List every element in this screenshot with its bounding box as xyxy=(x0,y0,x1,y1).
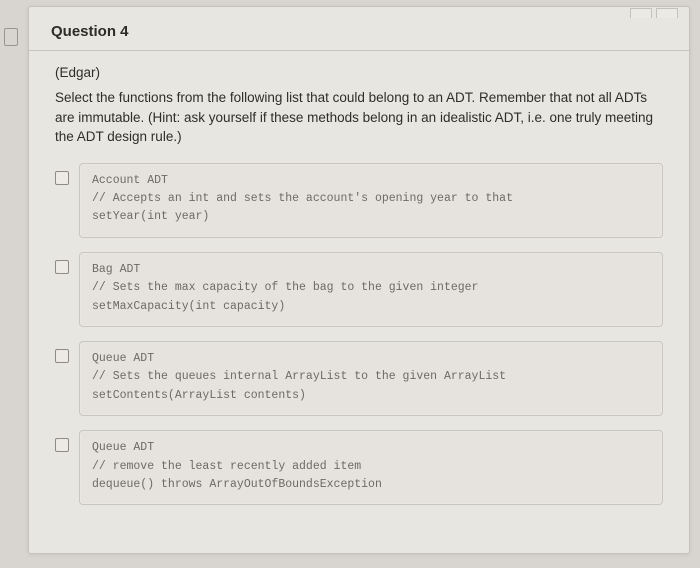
checkbox-option-2[interactable] xyxy=(55,260,69,274)
option-code: Account ADT // Accepts an int and sets t… xyxy=(92,172,650,227)
checkbox-option-1[interactable] xyxy=(55,171,69,185)
option-code: Queue ADT // Sets the queues internal Ar… xyxy=(92,350,650,405)
option-row: Queue ADT // Sets the queues internal Ar… xyxy=(55,341,663,416)
question-author: (Edgar) xyxy=(55,65,663,80)
tab-stub xyxy=(656,8,678,18)
option-card[interactable]: Queue ADT // Sets the queues internal Ar… xyxy=(79,341,663,416)
option-code: Queue ADT // remove the least recently a… xyxy=(92,439,650,494)
option-code: Bag ADT // Sets the max capacity of the … xyxy=(92,261,650,316)
question-card: Question 4 (Edgar) Select the functions … xyxy=(28,6,690,554)
window-tabs xyxy=(630,8,678,18)
checkbox-option-4[interactable] xyxy=(55,438,69,452)
option-row: Queue ADT // remove the least recently a… xyxy=(55,430,663,505)
option-card[interactable]: Queue ADT // remove the least recently a… xyxy=(79,430,663,505)
flag-icon[interactable] xyxy=(4,28,18,46)
checkbox-option-3[interactable] xyxy=(55,349,69,363)
tab-stub xyxy=(630,8,652,18)
option-card[interactable]: Account ADT // Accepts an int and sets t… xyxy=(79,163,663,238)
question-title: Question 4 xyxy=(51,23,667,40)
option-row: Account ADT // Accepts an int and sets t… xyxy=(55,163,663,238)
flag-gutter xyxy=(4,28,18,46)
option-row: Bag ADT // Sets the max capacity of the … xyxy=(55,252,663,327)
question-header: Question 4 xyxy=(29,7,689,51)
question-body: (Edgar) Select the functions from the fo… xyxy=(29,51,689,527)
question-prompt: Select the functions from the following … xyxy=(55,88,663,147)
option-card[interactable]: Bag ADT // Sets the max capacity of the … xyxy=(79,252,663,327)
